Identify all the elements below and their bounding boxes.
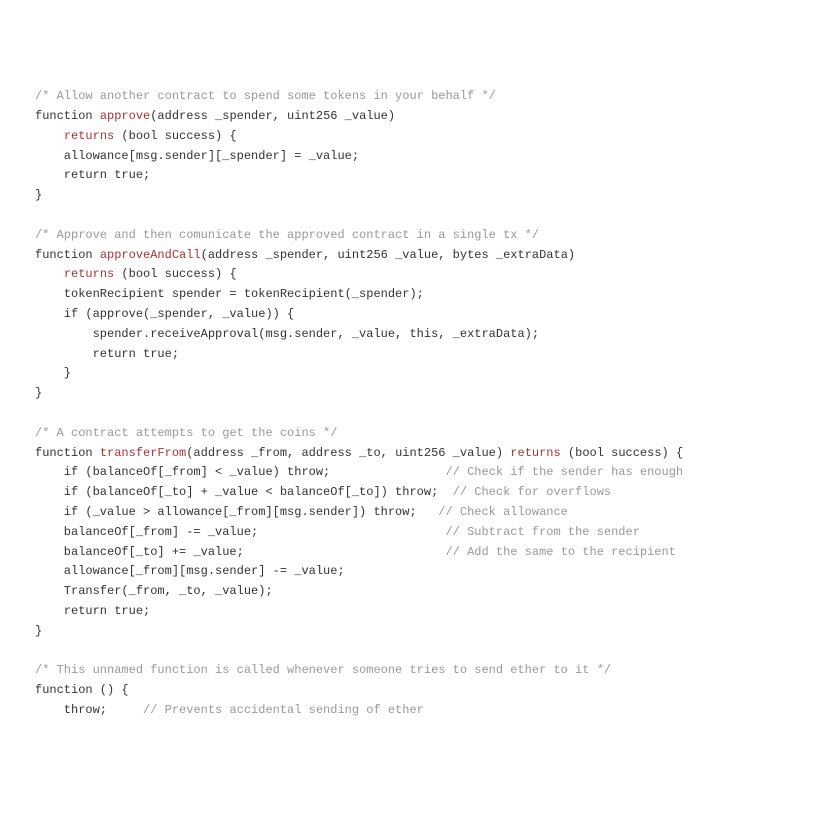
code-line: spender.receiveApproval(msg.sender, _val…	[35, 327, 539, 341]
inline-comment: // Prevents accidental sending of ether	[143, 703, 424, 717]
function-name: approveAndCall	[100, 248, 201, 262]
code-line: throw; // Prevents accidental sending of…	[35, 703, 424, 717]
inline-comment: // Check for overflows	[453, 485, 611, 499]
inline-comment: // Check if the sender has enough	[445, 465, 683, 479]
code-comment: /* This unnamed function is called whene…	[35, 663, 611, 677]
code-line: function () {	[35, 683, 129, 697]
code-line: balanceOf[_to] += _value; // Add the sam…	[35, 545, 676, 559]
code-line: returns (bool success) {	[35, 267, 237, 281]
code-line: Transfer(_from, _to, _value);	[35, 584, 273, 598]
code-line: function approve(address _spender, uint2…	[35, 109, 395, 123]
returns-keyword: returns	[64, 267, 114, 281]
inline-comment: // Add the same to the recipient	[445, 545, 675, 559]
code-line: return true;	[35, 347, 179, 361]
code-line: if (_value > allowance[_from][msg.sender…	[35, 505, 568, 519]
code-line: balanceOf[_from] -= _value; // Subtract …	[35, 525, 640, 539]
code-line: }	[35, 624, 42, 638]
inline-comment: // Check allowance	[438, 505, 568, 519]
code-line: }	[35, 366, 71, 380]
code-line: if (approve(_spender, _value)) {	[35, 307, 294, 321]
inline-comment: // Subtract from the sender	[445, 525, 639, 539]
code-comment: /* A contract attempts to get the coins …	[35, 426, 337, 440]
code-comment: /* Approve and then comunicate the appro…	[35, 228, 539, 242]
code-line: if (balanceOf[_from] < _value) throw; //…	[35, 465, 683, 479]
code-comment: /* Allow another contract to spend some …	[35, 89, 496, 103]
code-line: function transferFrom(address _from, add…	[35, 446, 683, 460]
code-line: }	[35, 386, 42, 400]
code-line: return true;	[35, 168, 150, 182]
code-line: tokenRecipient spender = tokenRecipient(…	[35, 287, 424, 301]
code-line: function approveAndCall(address _spender…	[35, 248, 575, 262]
returns-keyword: returns	[64, 129, 114, 143]
code-line: allowance[msg.sender][_spender] = _value…	[35, 149, 359, 163]
code-line: return true;	[35, 604, 150, 618]
function-name: approve	[100, 109, 150, 123]
code-block: /* Allow another contract to spend some …	[35, 87, 825, 721]
code-line: returns (bool success) {	[35, 129, 237, 143]
code-line: }	[35, 188, 42, 202]
code-line: allowance[_from][msg.sender] -= _value;	[35, 564, 345, 578]
code-line: if (balanceOf[_to] + _value < balanceOf[…	[35, 485, 611, 499]
function-name: transferFrom	[100, 446, 186, 460]
returns-keyword: returns	[510, 446, 560, 460]
